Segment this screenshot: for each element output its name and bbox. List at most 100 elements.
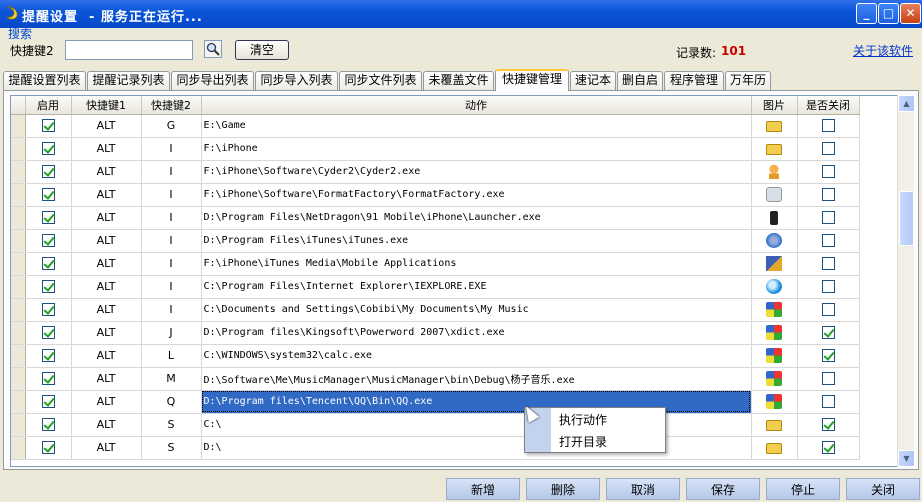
about-link[interactable]: 关于该软件 <box>853 42 913 59</box>
action-cell[interactable]: F:\iPhone\Software\FormatFactory\FormatF… <box>201 183 752 207</box>
enabled-checkbox[interactable] <box>41 165 55 179</box>
menu-item-open-directory[interactable]: 打开目录 <box>559 433 607 450</box>
action-cell[interactable]: C:\WINDOWS\system32\calc.exe <box>201 344 752 368</box>
action-cell[interactable]: F:\iPhone\Software\Cyder2\Cyder2.exe <box>201 160 752 184</box>
search-button[interactable] <box>204 40 222 58</box>
close-checkbox[interactable] <box>821 372 835 386</box>
action-cell[interactable]: D:\Program files\Tencent\QQ\Bin\QQ.exe <box>201 390 752 414</box>
minimize-button[interactable]: _ <box>856 3 877 24</box>
tab-sync-export[interactable]: 同步导出列表 <box>171 71 254 90</box>
enabled-checkbox[interactable] <box>41 188 55 202</box>
table-row[interactable]: ALT I F:\iPhone\Software\FormatFactory\For… <box>11 183 860 207</box>
hotkey2-cell[interactable]: I <box>141 229 202 253</box>
row-header[interactable] <box>11 252 26 276</box>
column-header-enabled[interactable]: 启用 <box>25 96 72 115</box>
enabled-checkbox[interactable] <box>41 280 55 294</box>
hotkey2-cell[interactable]: G <box>141 114 202 138</box>
table-row[interactable]: ALT I F:\iPhone\Software\Cyder2\Cyder2.exe <box>11 160 860 184</box>
close-window-button[interactable]: ✕ <box>900 3 921 24</box>
scroll-thumb[interactable] <box>899 191 914 246</box>
row-header[interactable] <box>11 183 26 207</box>
hotkey1-cell[interactable]: ALT <box>71 183 142 207</box>
hotkey2-cell[interactable]: I <box>141 160 202 184</box>
row-header[interactable] <box>11 160 26 184</box>
hotkey1-cell[interactable]: ALT <box>71 275 142 299</box>
enabled-checkbox[interactable] <box>41 418 55 432</box>
close-checkbox[interactable] <box>821 257 835 271</box>
row-header[interactable] <box>11 137 26 161</box>
enabled-checkbox[interactable] <box>41 211 55 225</box>
column-header-hotkey2[interactable]: 快捷键2 <box>141 96 202 115</box>
tab-notebook[interactable]: 速记本 <box>570 71 616 90</box>
row-header[interactable] <box>11 114 26 138</box>
action-cell[interactable]: D:\ <box>201 436 752 460</box>
hotkey1-cell[interactable]: ALT <box>71 436 142 460</box>
maximize-button[interactable]: □ <box>878 3 899 24</box>
close-checkbox[interactable] <box>821 441 835 455</box>
enabled-checkbox[interactable] <box>41 326 55 340</box>
scroll-up-icon[interactable]: ▲ <box>898 95 915 112</box>
hotkey2-search-input[interactable] <box>65 40 193 60</box>
close-checkbox[interactable] <box>821 119 835 133</box>
table-row[interactable]: ALT J D:\Program files\Kingsoft\Powerword … <box>11 321 860 345</box>
hotkey2-cell[interactable]: J <box>141 321 202 345</box>
close-checkbox[interactable] <box>821 142 835 156</box>
close-checkbox[interactable] <box>821 395 835 409</box>
enabled-checkbox[interactable] <box>41 257 55 271</box>
row-header[interactable] <box>11 321 26 345</box>
hotkey2-cell[interactable]: I <box>141 252 202 276</box>
action-cell[interactable]: C:\Program Files\Internet Explorer\IEXPL… <box>201 275 752 299</box>
close-checkbox[interactable] <box>821 280 835 294</box>
row-header[interactable] <box>11 298 26 322</box>
enabled-checkbox[interactable] <box>41 119 55 133</box>
action-cell[interactable]: C:\Documents and Settings\Cobibi\My Docu… <box>201 298 752 322</box>
table-row[interactable]: ALT I D:\Program Files\iTunes\iTunes.exe <box>11 229 860 253</box>
action-cell[interactable]: D:\Program Files\iTunes\iTunes.exe <box>201 229 752 253</box>
row-header[interactable] <box>11 413 26 437</box>
tab-reminder-records[interactable]: 提醒记录列表 <box>87 71 170 90</box>
hotkey1-cell[interactable]: ALT <box>71 298 142 322</box>
close-checkbox[interactable] <box>821 188 835 202</box>
tab-uncovered-files[interactable]: 未覆盖文件 <box>423 71 494 90</box>
close-checkbox[interactable] <box>821 326 835 340</box>
column-header-close[interactable]: 是否关闭 <box>797 96 860 115</box>
add-button[interactable]: 新增 <box>446 478 520 500</box>
hotkey2-cell[interactable]: I <box>141 298 202 322</box>
hotkey2-cell[interactable]: I <box>141 206 202 230</box>
table-row[interactable]: ALT S D:\ <box>11 436 860 460</box>
action-cell[interactable]: D:\Program Files\NetDragon\91 Mobile\iPh… <box>201 206 752 230</box>
close-checkbox[interactable] <box>821 234 835 248</box>
hotkey2-cell[interactable]: L <box>141 344 202 368</box>
row-header[interactable] <box>11 436 26 460</box>
table-row[interactable]: ALT L C:\WINDOWS\system32\calc.exe <box>11 344 860 368</box>
action-cell[interactable]: F:\iPhone <box>201 137 752 161</box>
hotkey1-cell[interactable]: ALT <box>71 413 142 437</box>
tab-delete-autostart[interactable]: 删自启 <box>617 71 663 90</box>
row-header[interactable] <box>11 275 26 299</box>
hotkey1-cell[interactable]: ALT <box>71 367 142 391</box>
tab-sync-files[interactable]: 同步文件列表 <box>339 71 422 90</box>
close-checkbox[interactable] <box>821 303 835 317</box>
table-row[interactable]: ALT Q D:\Program files\Tencent\QQ\Bin\QQ.e… <box>11 390 860 414</box>
hotkey1-cell[interactable]: ALT <box>71 137 142 161</box>
hotkey2-cell[interactable]: Q <box>141 390 202 414</box>
action-cell[interactable]: C:\ <box>201 413 752 437</box>
table-row[interactable]: ALT S C:\ <box>11 413 860 437</box>
tab-program-management[interactable]: 程序管理 <box>664 71 724 90</box>
tab-reminder-settings[interactable]: 提醒设置列表 <box>3 71 86 90</box>
cancel-button[interactable]: 取消 <box>606 478 680 500</box>
enabled-checkbox[interactable] <box>41 303 55 317</box>
close-checkbox[interactable] <box>821 165 835 179</box>
hotkey1-cell[interactable]: ALT <box>71 321 142 345</box>
enabled-checkbox[interactable] <box>41 395 55 409</box>
hotkey2-cell[interactable]: S <box>141 413 202 437</box>
row-header[interactable] <box>11 367 26 391</box>
save-button[interactable]: 保存 <box>686 478 760 500</box>
action-cell[interactable]: E:\Game <box>201 114 752 138</box>
table-row[interactable]: ALT G E:\Game <box>11 114 860 138</box>
action-cell[interactable]: F:\iPhone\iTunes Media\Mobile Applicatio… <box>201 252 752 276</box>
tab-sync-import[interactable]: 同步导入列表 <box>255 71 338 90</box>
enabled-checkbox[interactable] <box>41 441 55 455</box>
vertical-scrollbar[interactable]: ▲ ▼ <box>897 95 915 467</box>
column-header-action[interactable]: 动作 <box>201 96 752 115</box>
